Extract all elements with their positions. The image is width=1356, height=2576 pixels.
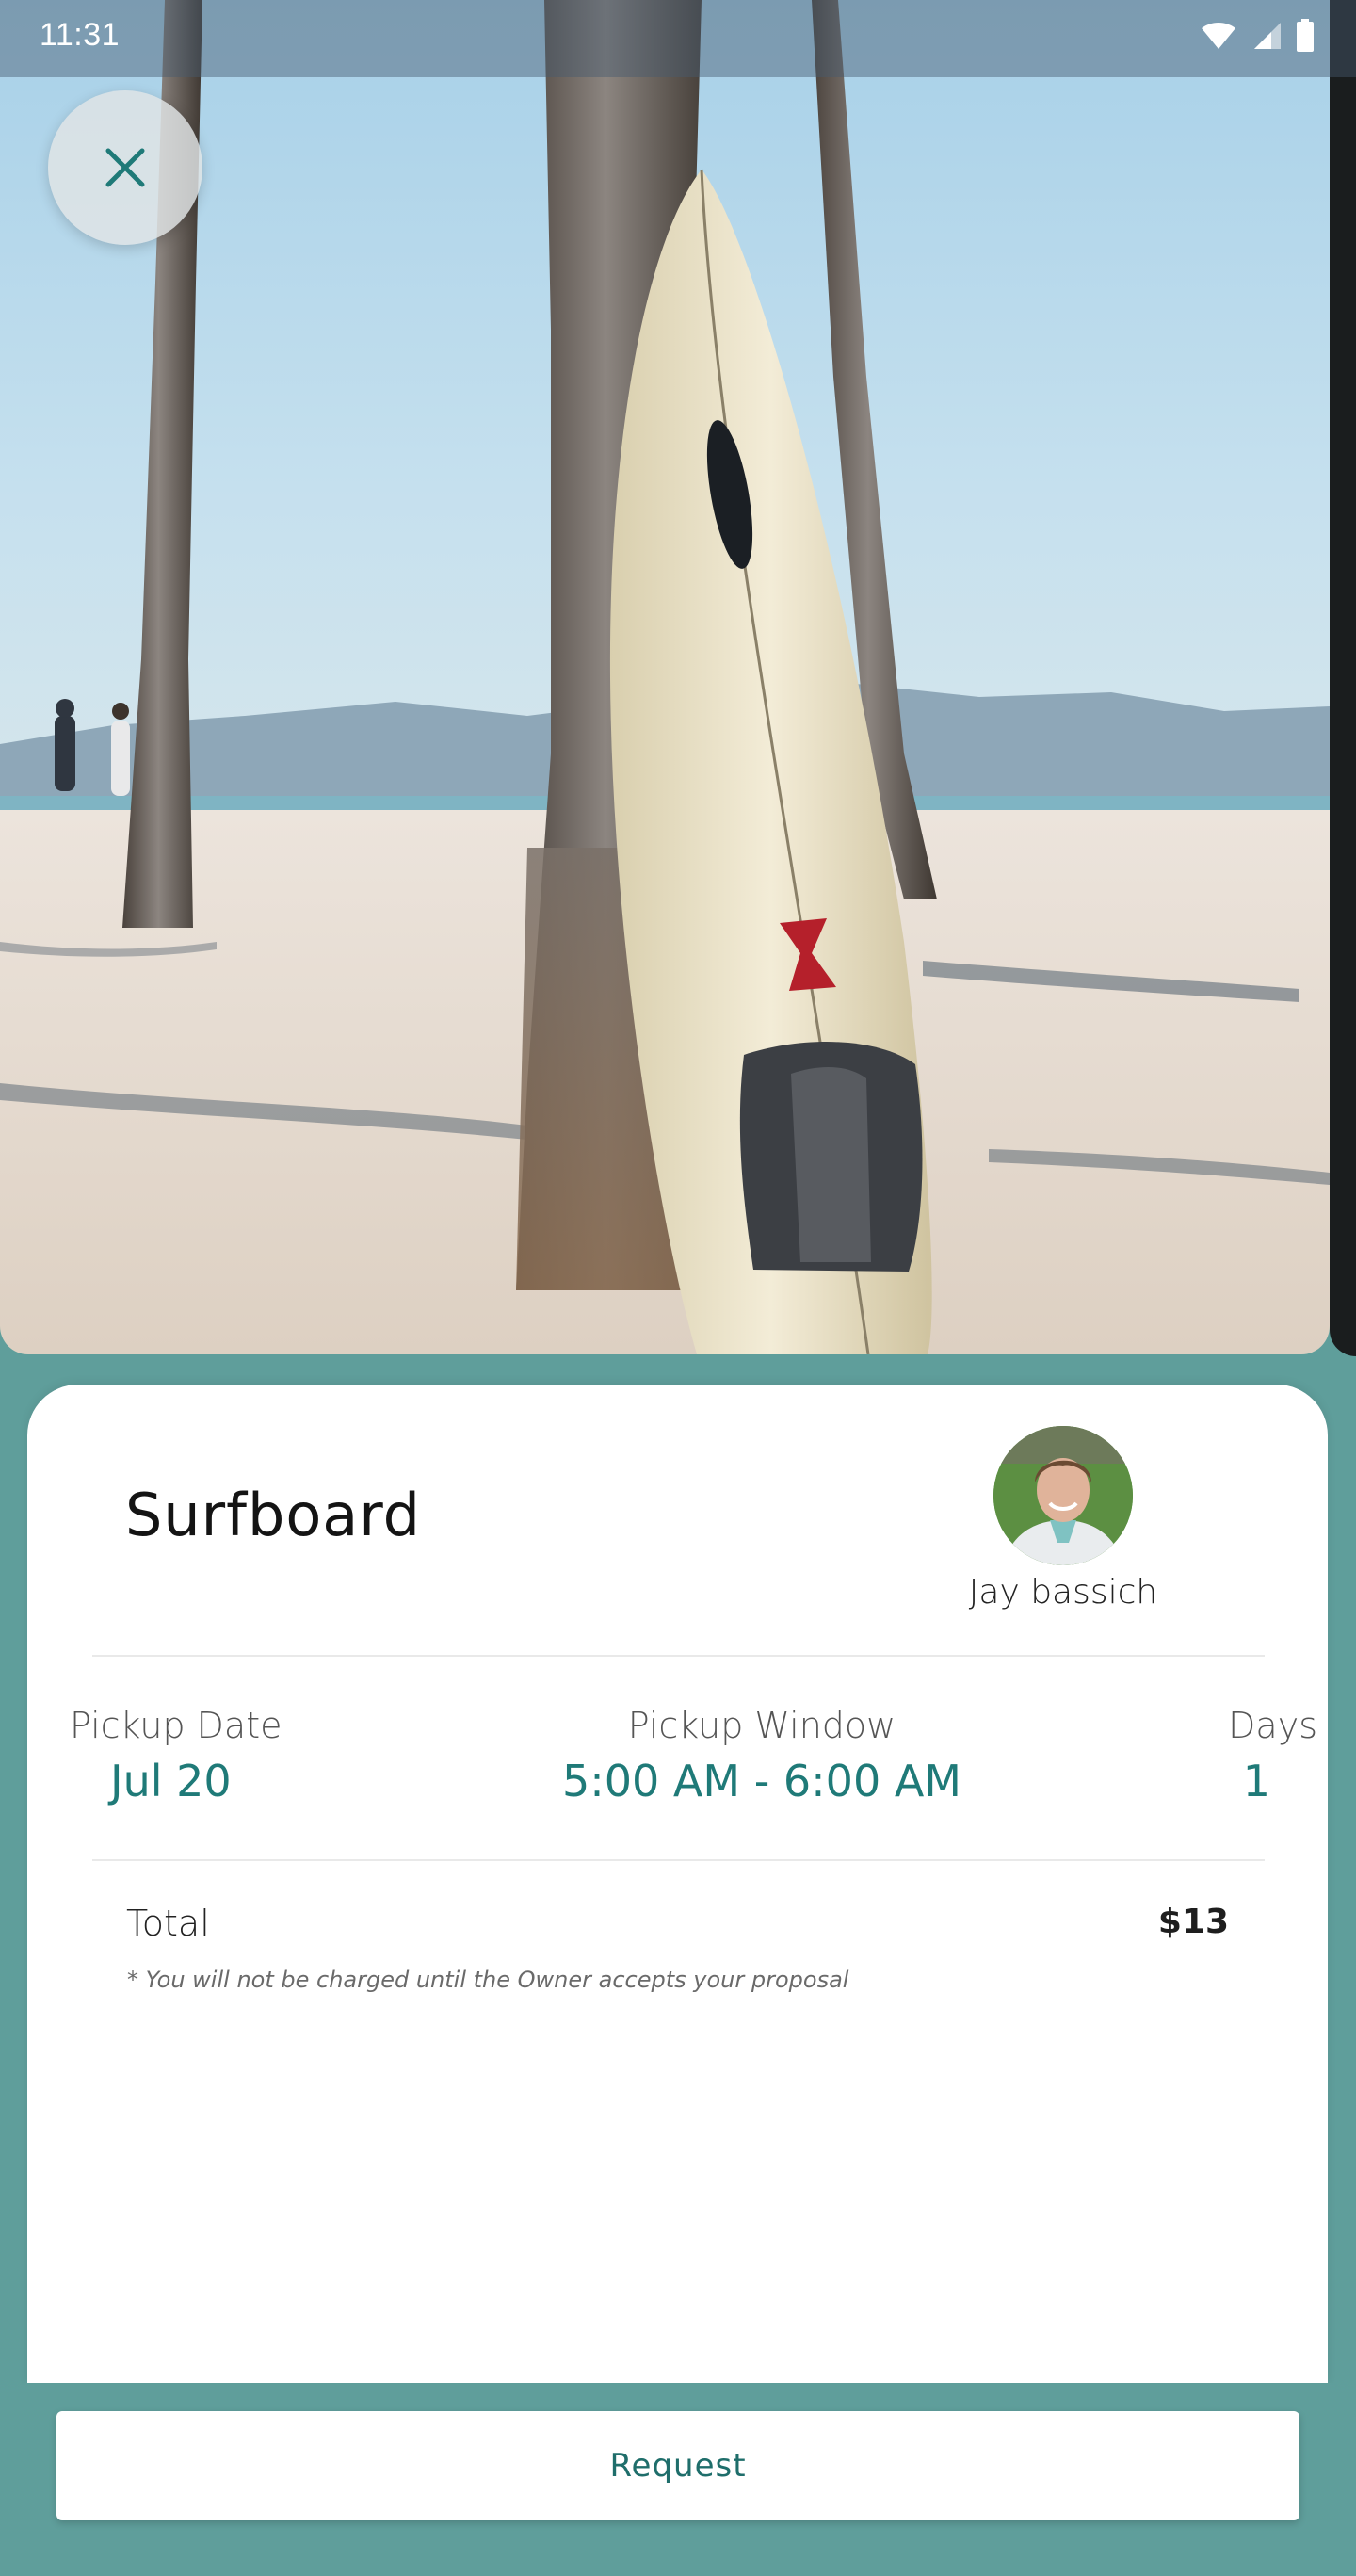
days-label: Days bbox=[1228, 1705, 1317, 1746]
close-icon bbox=[105, 148, 145, 187]
avatar[interactable] bbox=[993, 1426, 1133, 1565]
request-button[interactable]: Request bbox=[56, 2411, 1300, 2520]
pickup-date-label: Pickup Date bbox=[70, 1705, 282, 1746]
status-bar: 11:31 bbox=[0, 0, 1356, 77]
pickup-date: Pickup Date Jul 20 bbox=[70, 1705, 282, 1806]
wifi-icon bbox=[1202, 23, 1235, 49]
pickup-window-value: 5:00 AM - 6:00 AM bbox=[562, 1756, 961, 1806]
close-button[interactable] bbox=[48, 90, 202, 245]
hero-edge bbox=[1330, 0, 1356, 1356]
cellular-signal-icon bbox=[1254, 23, 1281, 49]
owner-profile[interactable]: Jay bassich bbox=[969, 1426, 1157, 1612]
status-icons bbox=[1200, 19, 1315, 53]
pickup-date-value: Jul 20 bbox=[110, 1756, 232, 1806]
days-value: 1 bbox=[1242, 1756, 1270, 1806]
listing-card: Surfboard Jay bassich Pickup Date Jul 20… bbox=[27, 1385, 1328, 2383]
item-title: Surfboard bbox=[125, 1481, 422, 1549]
total-value: $13 bbox=[1157, 1903, 1229, 1941]
pickup-window: Pickup Window 5:00 AM - 6:00 AM bbox=[545, 1705, 978, 1806]
pickup-window-label: Pickup Window bbox=[627, 1705, 896, 1746]
days: Days 1 bbox=[1186, 1705, 1317, 1806]
hero-image bbox=[0, 0, 1330, 1354]
bottom-action-bar: Request bbox=[0, 2383, 1356, 2576]
divider bbox=[92, 1859, 1265, 1861]
owner-name[interactable]: Jay bassich bbox=[969, 1573, 1157, 1612]
divider bbox=[92, 1655, 1265, 1657]
avatar-photo bbox=[993, 1426, 1133, 1565]
battery-icon bbox=[1297, 19, 1314, 52]
beach-photo bbox=[0, 0, 1330, 1354]
status-time: 11:31 bbox=[40, 17, 121, 53]
charge-note: * You will not be charged until the Owne… bbox=[127, 1967, 849, 1993]
total-label: Total bbox=[126, 1903, 210, 1944]
